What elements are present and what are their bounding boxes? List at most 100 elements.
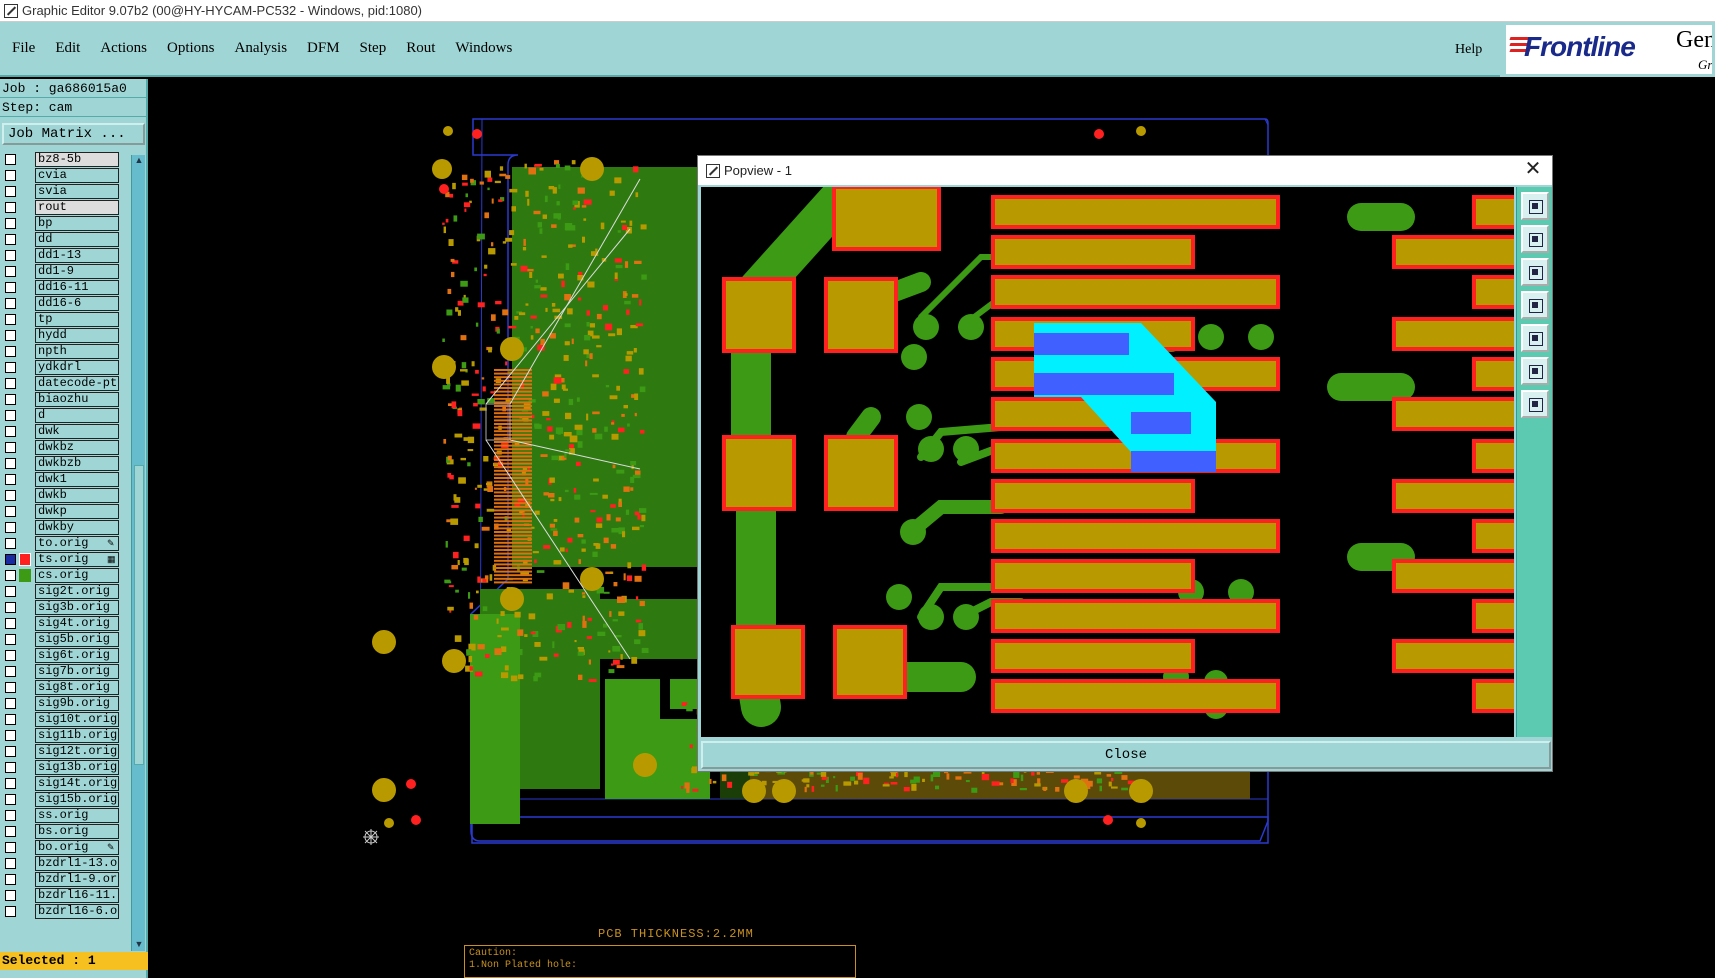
layer-name[interactable]: dwkby bbox=[35, 519, 119, 535]
layer-checkbox[interactable] bbox=[5, 905, 16, 917]
layer-name[interactable]: dd16-11 bbox=[35, 279, 119, 295]
layer-color-swatch[interactable] bbox=[19, 649, 31, 662]
layer-checkbox[interactable] bbox=[5, 729, 16, 741]
layer-name[interactable]: bzdrl16-6.o bbox=[35, 903, 119, 919]
layer-row[interactable]: dwkb bbox=[0, 487, 130, 503]
layer-checkbox[interactable] bbox=[5, 697, 16, 709]
layer-checkbox[interactable] bbox=[5, 377, 16, 389]
layer-color-swatch[interactable] bbox=[19, 169, 31, 182]
layer-row[interactable]: sig2t.orig bbox=[0, 583, 130, 599]
layer-name[interactable]: sig7b.orig bbox=[35, 663, 119, 679]
popview-close-button[interactable]: Close bbox=[701, 741, 1551, 769]
menu-help[interactable]: Help bbox=[1455, 42, 1482, 58]
layer-color-swatch[interactable] bbox=[19, 777, 31, 790]
layer-color-swatch[interactable] bbox=[19, 905, 31, 918]
layer-checkbox[interactable] bbox=[5, 313, 16, 325]
layer-color-swatch[interactable] bbox=[19, 665, 31, 678]
scroll-thumb[interactable] bbox=[134, 465, 144, 765]
layer-row[interactable]: dd1-9 bbox=[0, 263, 130, 279]
layer-name[interactable]: sig8t.orig bbox=[35, 679, 119, 695]
layer-color-swatch[interactable] bbox=[19, 793, 31, 806]
layer-name[interactable]: d bbox=[35, 407, 119, 423]
layer-row[interactable]: sig10t.orig bbox=[0, 711, 130, 727]
layer-name[interactable]: dwkbz bbox=[35, 439, 119, 455]
layer-checkbox[interactable] bbox=[5, 873, 16, 885]
layer-color-swatch[interactable] bbox=[19, 473, 31, 486]
layer-checkbox[interactable] bbox=[5, 617, 16, 629]
layer-color-swatch[interactable] bbox=[19, 745, 31, 758]
layer-name[interactable]: sig2t.orig bbox=[35, 583, 119, 599]
layer-color-swatch[interactable] bbox=[19, 217, 31, 230]
layer-checkbox[interactable] bbox=[5, 185, 16, 197]
layer-color-swatch[interactable] bbox=[19, 841, 31, 854]
layer-color-swatch[interactable] bbox=[19, 233, 31, 246]
layer-row[interactable]: dwkby bbox=[0, 519, 130, 535]
layer-name[interactable]: sig10t.orig bbox=[35, 711, 119, 727]
layer-row[interactable]: to.orig ✎ bbox=[0, 535, 130, 551]
layer-checkbox[interactable] bbox=[5, 825, 16, 837]
layer-name[interactable]: dwkb bbox=[35, 487, 119, 503]
menu-file[interactable]: File bbox=[8, 40, 39, 57]
layer-row[interactable]: dwkbz bbox=[0, 439, 130, 455]
layer-row[interactable]: sig3b.orig bbox=[0, 599, 130, 615]
layer-row[interactable]: bzdrl16-11. bbox=[0, 887, 130, 903]
layer-row[interactable]: sig7b.orig bbox=[0, 663, 130, 679]
layer-name[interactable]: dwkbzb bbox=[35, 455, 119, 471]
layer-color-swatch[interactable] bbox=[19, 329, 31, 342]
job-matrix-button[interactable]: Job Matrix ... bbox=[2, 123, 145, 145]
layer-checkbox[interactable] bbox=[5, 713, 16, 725]
layer-checkbox[interactable] bbox=[5, 393, 16, 405]
layer-color-swatch[interactable] bbox=[19, 345, 31, 358]
layer-name[interactable]: cvia bbox=[35, 167, 119, 183]
layer-color-swatch[interactable] bbox=[19, 889, 31, 902]
layer-color-swatch[interactable] bbox=[19, 201, 31, 214]
scroll-up-icon[interactable]: ▲ bbox=[132, 155, 146, 167]
layer-checkbox[interactable] bbox=[5, 281, 16, 293]
layer-checkbox[interactable] bbox=[5, 889, 16, 901]
layer-name[interactable]: sig11b.orig bbox=[35, 727, 119, 743]
layer-name[interactable]: dd bbox=[35, 231, 119, 247]
layer-color-swatch[interactable] bbox=[19, 361, 31, 374]
layer-name[interactable]: ss.orig bbox=[35, 807, 119, 823]
layer-row[interactable]: dwkp bbox=[0, 503, 130, 519]
layer-name[interactable]: dwkp bbox=[35, 503, 119, 519]
layer-row[interactable]: ts.orig ▦ bbox=[0, 551, 130, 567]
layer-checkbox[interactable] bbox=[5, 201, 16, 213]
layer-checkbox[interactable] bbox=[5, 409, 16, 421]
layer-checkbox[interactable] bbox=[5, 681, 16, 693]
layer-color-swatch[interactable] bbox=[19, 441, 31, 454]
pan-right-icon[interactable] bbox=[1521, 324, 1549, 352]
layer-name[interactable]: sig13b.orig bbox=[35, 759, 119, 775]
layer-color-swatch[interactable] bbox=[19, 857, 31, 870]
menu-options[interactable]: Options bbox=[163, 40, 219, 57]
layer-color-swatch[interactable] bbox=[19, 457, 31, 470]
menu-step[interactable]: Step bbox=[356, 40, 391, 57]
layer-color-swatch[interactable] bbox=[19, 505, 31, 518]
layer-row[interactable]: bzdrl16-6.o bbox=[0, 903, 130, 919]
layer-checkbox[interactable] bbox=[5, 473, 16, 485]
layer-color-swatch[interactable] bbox=[19, 585, 31, 598]
layer-name[interactable]: rout bbox=[35, 199, 119, 215]
layer-row[interactable]: bz8-5b bbox=[0, 151, 130, 167]
scroll-down-icon[interactable]: ▼ bbox=[132, 939, 146, 951]
layer-row[interactable]: biaozhu bbox=[0, 391, 130, 407]
layer-row[interactable]: dwk bbox=[0, 423, 130, 439]
layer-color-swatch[interactable] bbox=[19, 521, 31, 534]
layer-checkbox[interactable] bbox=[5, 745, 16, 757]
layer-row[interactable]: bs.orig bbox=[0, 823, 130, 839]
layer-row[interactable]: sig13b.orig bbox=[0, 759, 130, 775]
layer-row[interactable]: dd16-11 bbox=[0, 279, 130, 295]
layer-row[interactable]: sig5b.orig bbox=[0, 631, 130, 647]
layer-color-swatch[interactable] bbox=[19, 489, 31, 502]
layer-checkbox[interactable] bbox=[5, 553, 16, 565]
layer-checkbox[interactable] bbox=[5, 585, 16, 597]
layer-row[interactable]: dd bbox=[0, 231, 130, 247]
layer-color-swatch[interactable] bbox=[19, 297, 31, 310]
layer-row[interactable]: sig11b.orig bbox=[0, 727, 130, 743]
layer-row[interactable]: dd16-6 bbox=[0, 295, 130, 311]
layer-color-swatch[interactable] bbox=[19, 681, 31, 694]
layer-name[interactable]: sig5b.orig bbox=[35, 631, 119, 647]
layer-row[interactable]: cs.orig bbox=[0, 567, 130, 583]
layer-name[interactable]: dd1-9 bbox=[35, 263, 119, 279]
layer-name[interactable]: sig15b.orig bbox=[35, 791, 119, 807]
